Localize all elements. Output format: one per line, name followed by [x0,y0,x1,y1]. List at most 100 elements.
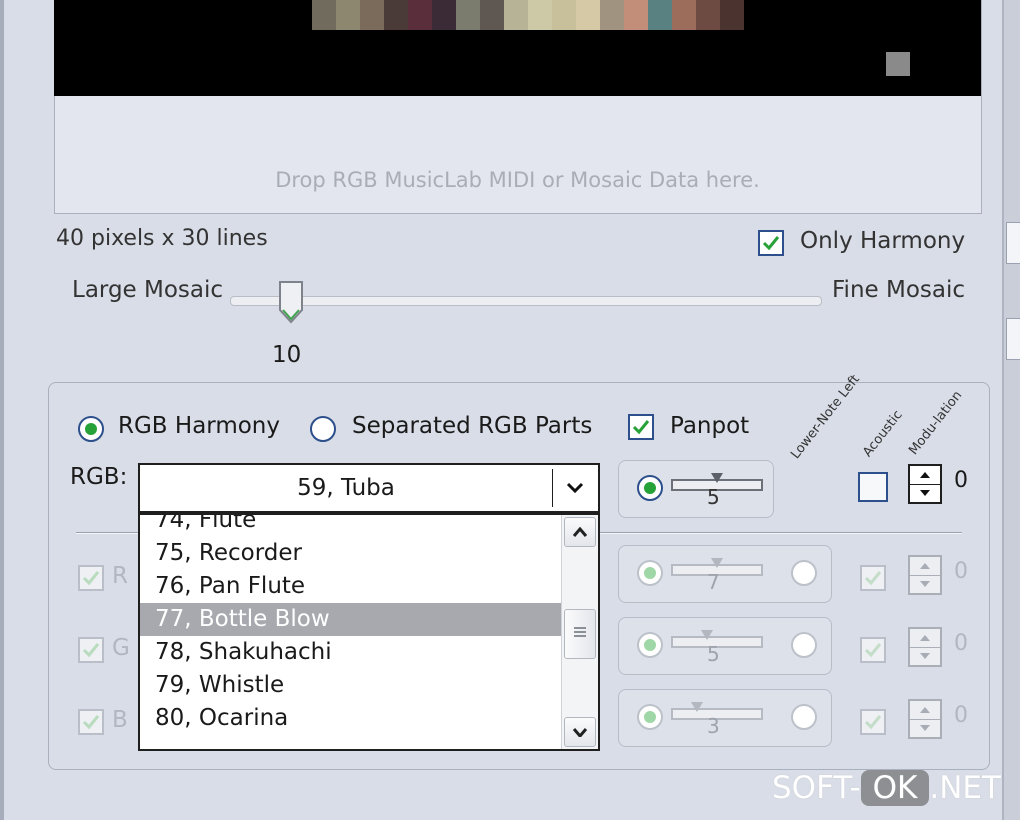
scroll-up-button[interactable] [564,517,596,547]
rgb-label: RGB: [70,464,128,490]
spin-up-icon[interactable] [910,557,940,575]
check-icon [82,715,100,730]
channel-pan-marker[interactable] [691,702,703,712]
dropdown-option[interactable]: 74, Flute [140,515,598,537]
mosaic-cell [360,0,384,30]
channel-modulation-value: 0 [954,631,968,656]
check-icon [864,643,882,658]
mosaic-value: 10 [272,342,302,368]
dropdown-option[interactable]: 76, Pan Flute [140,570,598,603]
channel-pan-marker[interactable] [711,558,723,568]
rgb-pan-marker[interactable] [711,473,723,483]
dropdown-option[interactable]: 80, Ocarina [140,702,598,735]
spin-up-icon[interactable] [910,466,940,484]
mosaic-cell [528,0,552,30]
scroll-down-button[interactable] [564,717,596,747]
instrument-combo[interactable]: 59, Tuba [138,463,600,513]
watermark: SOFT- OK .NET [772,770,1001,806]
spin-down-icon[interactable] [910,483,940,503]
mosaic-slider-thumb[interactable] [277,280,305,324]
rgb-panpot[interactable]: 5 [618,460,774,518]
dropdown-option[interactable]: ... [140,735,598,749]
mosaic-cell [624,0,648,30]
combo-dropdown-button[interactable] [552,469,597,507]
dropdown-option[interactable]: 75, Recorder [140,537,598,570]
watermark-ok: OK [860,770,930,806]
mosaic-preview [54,0,981,96]
channel-modulation-spinner[interactable] [908,699,942,739]
mosaic-cell [720,0,744,30]
watermark-left: SOFT- [772,770,861,806]
channel-modulation-spinner[interactable] [908,627,942,667]
dropdown-options: 74, Flute 75, Recorder 76, Pan Flute 77, Bo… [140,515,598,749]
channel-panpot[interactable]: 5 [618,617,832,675]
channel-acoustic-checkbox[interactable] [860,565,886,591]
drop-hint: Drop RGB MusicLab MIDI or Mosaic Data he… [275,168,760,192]
instrument-dropdown-list[interactable]: 74, Flute 75, Recorder 76, Pan Flute 77, Bo… [138,513,600,751]
channel-lower-note-radio[interactable] [791,704,817,730]
mosaic-cell [384,0,408,30]
channel-pan-marker[interactable] [701,630,713,640]
modulation-spinner[interactable] [908,464,942,504]
channel-panpot[interactable]: 3 [618,689,832,747]
mosaic-cell [600,0,624,30]
channel-modulation-value: 0 [954,703,968,728]
slider-thumb-icon [279,281,303,324]
channel-enable-checkbox[interactable] [78,637,104,663]
panpot-checkbox[interactable] [628,414,654,440]
dropdown-option[interactable]: 79, Whistle [140,669,598,702]
mosaic-cell [336,0,360,30]
scroll-thumb[interactable] [564,609,596,659]
dropdown-option[interactable]: 77, Bottle Blow [140,603,598,636]
channel-lower-note-radio[interactable] [791,632,817,658]
spin-down-icon[interactable] [910,646,940,666]
dimensions-text: 40 pixels x 30 lines [56,226,268,251]
mosaic-cell [672,0,696,30]
channel-panpot[interactable]: 7 [618,545,832,603]
mosaic-cell [696,0,720,30]
mosaic-cell [408,0,432,30]
mosaic-cell [552,0,576,30]
mosaic-cell [456,0,480,30]
dropdown-option[interactable]: 78, Shakuhachi [140,636,598,669]
right-panel-field[interactable] [1006,318,1020,360]
window-left-border [0,0,4,820]
mosaic-cell [312,0,336,30]
only-harmony-checkbox[interactable] [758,230,784,256]
spin-down-icon[interactable] [910,574,940,594]
watermark-right: .NET [929,770,1001,806]
channel-lower-note-radio[interactable] [791,560,817,586]
channel-pan-value: 7 [707,570,720,594]
channel-acoustic-checkbox[interactable] [860,709,886,735]
acoustic-checkbox[interactable] [858,472,888,502]
channel-acoustic-checkbox[interactable] [860,637,886,663]
rgb-harmony-radio[interactable] [78,416,104,442]
channel-pan-radio[interactable] [637,704,663,730]
separated-parts-radio[interactable] [310,416,336,442]
spin-up-icon[interactable] [910,701,940,719]
dropdown-scrollbar[interactable] [561,515,598,749]
right-panel-edge [1002,0,1020,820]
check-icon [864,571,882,586]
panpot-label: Panpot [670,413,750,439]
mosaic-cell [480,0,504,30]
channel-enable-checkbox[interactable] [78,709,104,735]
mosaic-cell [432,0,456,30]
channel-pan-radio[interactable] [637,560,663,586]
channel-label: B [112,707,128,733]
only-harmony-label: Only Harmony [800,228,966,254]
channel-modulation-spinner[interactable] [908,555,942,595]
check-icon [82,571,100,586]
instrument-selected: 59, Tuba [297,475,395,501]
check-icon [864,715,882,730]
mosaic-slider-track[interactable] [230,296,822,306]
right-panel-field[interactable] [1006,222,1020,264]
rgb-harmony-label: RGB Harmony [118,413,280,439]
channel-pan-radio[interactable] [637,632,663,658]
channel-modulation-value: 0 [954,559,968,584]
rgb-pan-value: 5 [707,485,720,509]
spin-down-icon[interactable] [910,718,940,738]
channel-enable-checkbox[interactable] [78,565,104,591]
rgb-pan-radio[interactable] [637,475,663,501]
spin-up-icon[interactable] [910,629,940,647]
